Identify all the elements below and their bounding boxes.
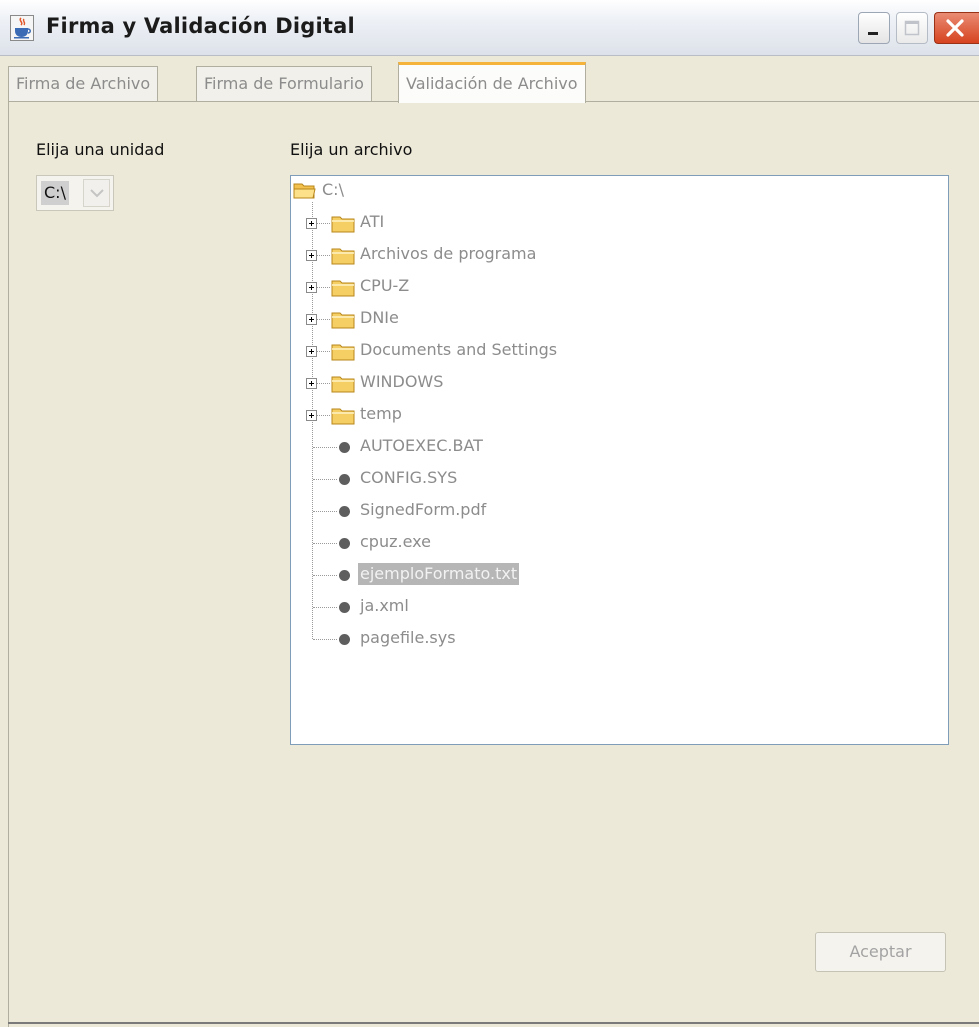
minimize-icon bbox=[868, 32, 878, 35]
drive-dropdown-button[interactable] bbox=[83, 179, 110, 207]
tree-connector bbox=[317, 383, 330, 384]
file-leaf-icon bbox=[339, 506, 350, 517]
tree-folder[interactable]: CPU-Z bbox=[291, 272, 941, 302]
file-leaf-icon bbox=[339, 442, 350, 453]
close-icon bbox=[946, 19, 964, 37]
file-tree[interactable]: C:\ ATI Archivos de programa CPU-Z DNIe … bbox=[290, 175, 949, 745]
tab-strip: Firma de Archivo Firma de Formulario Val… bbox=[8, 58, 979, 103]
folder-label: Archivos de programa bbox=[360, 244, 537, 263]
panel-bottom-border bbox=[8, 1022, 979, 1024]
file-leaf-icon bbox=[339, 538, 350, 549]
folder-icon bbox=[331, 216, 355, 233]
tab-firma-archivo[interactable]: Firma de Archivo bbox=[8, 66, 159, 101]
chevron-down-icon bbox=[90, 189, 104, 198]
java-cup-icon bbox=[10, 15, 34, 41]
file-label: SignedForm.pdf bbox=[360, 500, 487, 519]
tree-folder[interactable]: temp bbox=[291, 400, 941, 430]
tree-connector bbox=[313, 575, 337, 576]
tree-connector bbox=[317, 223, 330, 224]
folder-label: Documents and Settings bbox=[360, 340, 558, 359]
file-leaf-icon bbox=[339, 634, 350, 645]
folder-icon bbox=[331, 312, 355, 329]
folder-label: WINDOWS bbox=[360, 372, 444, 391]
folder-label: temp bbox=[360, 404, 402, 423]
file-leaf-icon bbox=[339, 570, 350, 581]
tree-file[interactable]: pagefile.sys bbox=[291, 624, 941, 654]
expand-icon[interactable] bbox=[306, 250, 317, 261]
drive-select[interactable]: C:\ bbox=[36, 175, 114, 211]
tree-file[interactable]: AUTOEXEC.BAT bbox=[291, 432, 941, 462]
expand-icon[interactable] bbox=[306, 218, 317, 229]
file-label: AUTOEXEC.BAT bbox=[360, 436, 483, 455]
drive-label: Elija una unidad bbox=[36, 140, 165, 159]
folder-icon bbox=[331, 280, 355, 297]
expand-icon[interactable] bbox=[306, 378, 317, 389]
tree-folder[interactable]: Documents and Settings bbox=[291, 336, 941, 366]
tree-file[interactable]: SignedForm.pdf bbox=[291, 496, 941, 526]
file-leaf-icon bbox=[339, 602, 350, 613]
file-label: pagefile.sys bbox=[360, 628, 456, 647]
close-button[interactable] bbox=[934, 12, 979, 44]
window-title: Firma y Validación Digital bbox=[46, 14, 355, 38]
tree-file[interactable]: CONFIG.SYS bbox=[291, 464, 941, 494]
tree-connector bbox=[313, 639, 337, 640]
folder-label: CPU-Z bbox=[360, 276, 410, 295]
file-label: cpuz.exe bbox=[360, 532, 431, 551]
file-label: Elija un archivo bbox=[290, 140, 413, 159]
tree-folder[interactable]: ATI bbox=[291, 208, 941, 238]
tree-connector bbox=[313, 511, 337, 512]
tree-connector bbox=[313, 543, 337, 544]
expand-icon[interactable] bbox=[306, 346, 317, 357]
maximize-button[interactable] bbox=[896, 12, 928, 44]
folder-icon bbox=[331, 344, 355, 361]
expand-icon[interactable] bbox=[306, 314, 317, 325]
folder-icon bbox=[331, 248, 355, 265]
tree-root[interactable]: C:\ bbox=[291, 176, 941, 206]
tree-connector bbox=[313, 447, 337, 448]
title-bar[interactable]: Firma y Validación Digital bbox=[0, 0, 979, 56]
minimize-button[interactable] bbox=[858, 12, 890, 44]
tree-connector bbox=[317, 351, 330, 352]
folder-label: ATI bbox=[360, 212, 385, 231]
tree-folder[interactable]: WINDOWS bbox=[291, 368, 941, 398]
maximize-icon bbox=[904, 20, 920, 36]
tree-folder[interactable]: DNIe bbox=[291, 304, 941, 334]
tree-file-selected[interactable]: ejemploFormato.txt bbox=[291, 560, 941, 590]
tab-validacion-archivo[interactable]: Validación de Archivo bbox=[398, 62, 586, 103]
tree-connector bbox=[317, 255, 330, 256]
expand-icon[interactable] bbox=[306, 410, 317, 421]
tree-root-label: C:\ bbox=[322, 180, 344, 199]
tree-file[interactable]: ja.xml bbox=[291, 592, 941, 622]
drive-selected-value: C:\ bbox=[41, 181, 69, 205]
expand-icon[interactable] bbox=[306, 282, 317, 293]
folder-label: DNIe bbox=[360, 308, 399, 327]
file-label: ja.xml bbox=[360, 596, 409, 615]
accept-button[interactable]: Aceptar bbox=[815, 932, 946, 972]
tree-connector bbox=[317, 319, 330, 320]
file-leaf-icon bbox=[339, 474, 350, 485]
folder-icon bbox=[331, 376, 355, 393]
tree-connector bbox=[317, 287, 330, 288]
tree-connector bbox=[313, 479, 337, 480]
folder-icon bbox=[331, 408, 355, 425]
folder-open-icon bbox=[293, 183, 316, 199]
file-label-selected: ejemploFormato.txt bbox=[358, 563, 520, 585]
tree-connector bbox=[313, 607, 337, 608]
tree-folder[interactable]: Archivos de programa bbox=[291, 240, 941, 270]
tree-file[interactable]: cpuz.exe bbox=[291, 528, 941, 558]
tab-firma-formulario[interactable]: Firma de Formulario bbox=[196, 66, 372, 101]
tree-connector bbox=[317, 415, 330, 416]
file-label: CONFIG.SYS bbox=[360, 468, 458, 487]
